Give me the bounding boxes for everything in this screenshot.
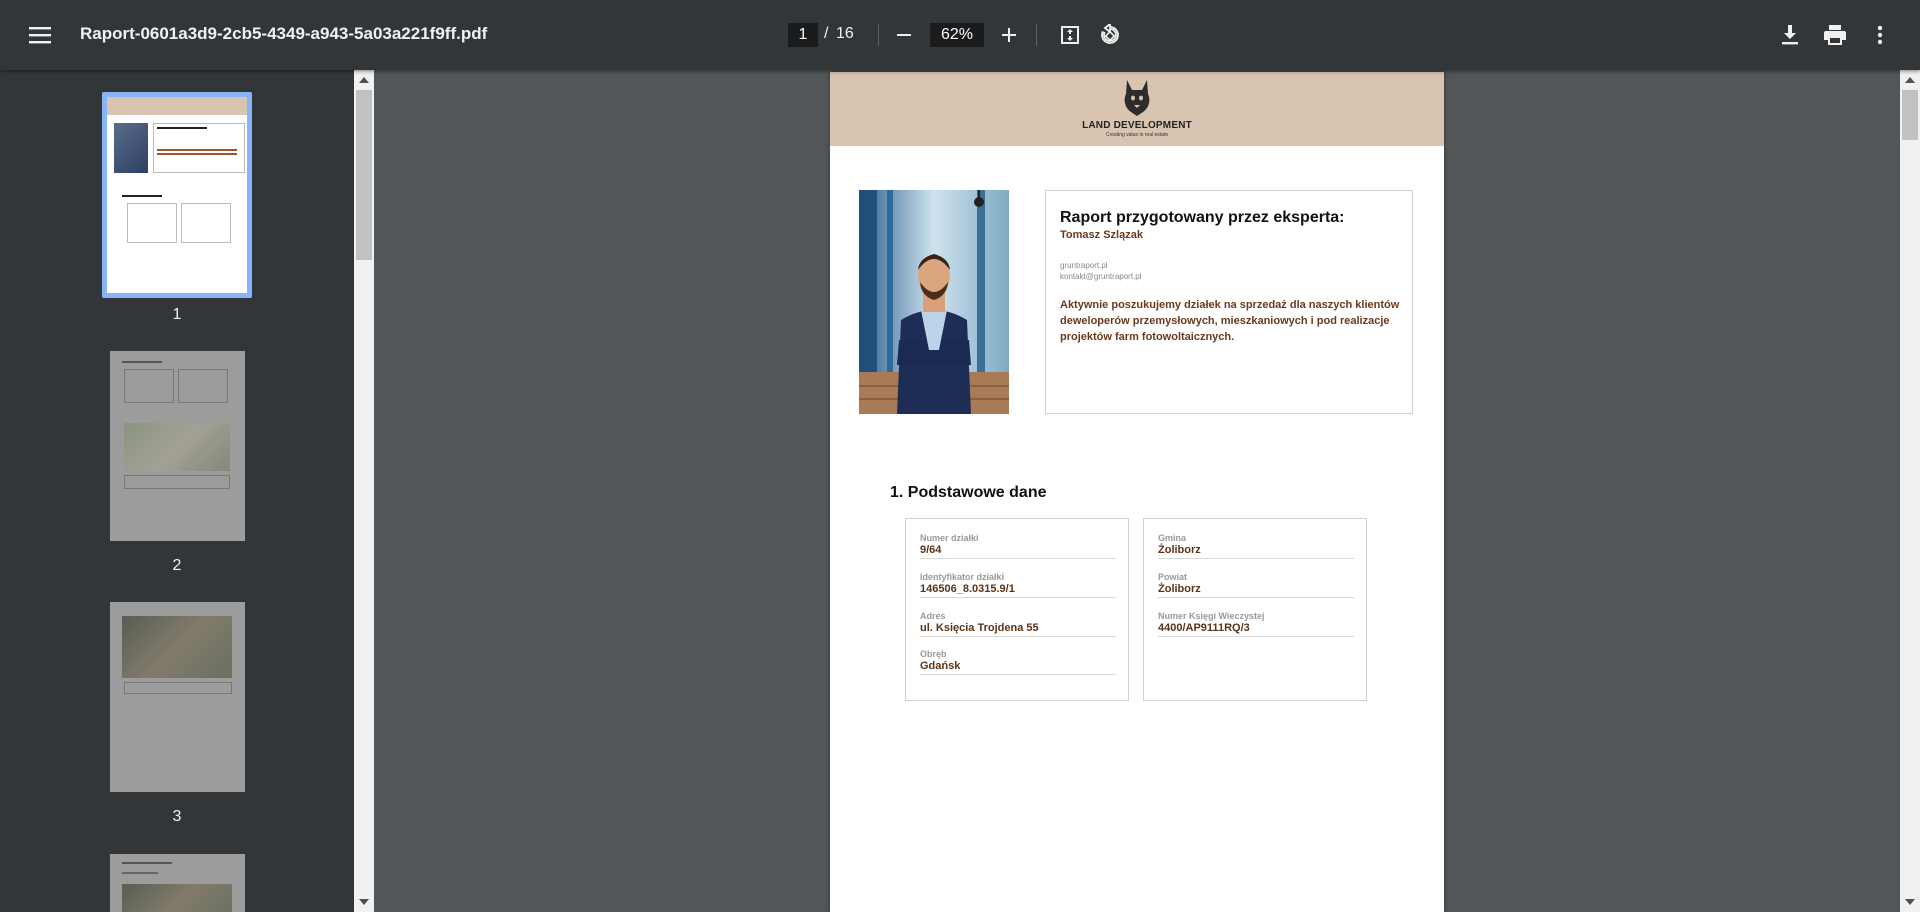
expert-info-box: Raport przygotowany przez eksperta: Toma… [1045,190,1413,414]
thumbnail-line [157,153,237,155]
thumbnail-line [157,149,237,151]
scroll-up-arrow[interactable] [1905,77,1915,83]
zoom-input[interactable]: 62% [930,23,984,47]
thumbnail-box [178,369,228,403]
expert-title: Raport przygotowany przez eksperta: [1060,209,1345,226]
scroll-down-arrow[interactable] [359,899,369,905]
thumbnail-box [124,475,230,489]
sidebar-scrollbar[interactable] [354,70,374,912]
minus-icon[interactable] [886,17,922,53]
menu-icon[interactable] [22,17,58,53]
scrollbar-thumb[interactable] [1902,90,1918,140]
field-value: Żoliborz [1158,544,1201,556]
download-icon[interactable] [1772,17,1808,53]
thumbnail-photo [114,123,148,173]
brand-tagline: Creating value in real estate [1105,132,1169,138]
thumbnail-line [122,361,162,363]
page-total: 16 [836,25,854,42]
brand-name: LAND DEVELOPMENT [1082,120,1192,131]
fit-page-icon[interactable] [1052,17,1088,53]
field-value: 9/64 [920,544,942,556]
dog-logo-icon [1124,80,1150,116]
expert-description: Aktywnie poszukujemy działek na sprzedaż… [1060,299,1400,343]
thumbnail-sidebar: 1 2 3 [0,70,354,912]
thumbnail-page-number: 2 [172,557,182,574]
thumbnail-page-1[interactable] [102,92,252,298]
document-title: Raport-0601a3d9-2cb5-4349-a943-5a03a221f… [80,24,488,43]
toolbar-divider [1036,24,1037,46]
thumbnail-box [124,682,232,694]
thumbnail-box [124,369,174,403]
expert-website[interactable]: gruntraport.pl [1060,261,1108,270]
basic-data-card-left: Numer działki 9/64 Identyfikator działki… [905,518,1129,701]
field-county: Powiat Żoliborz [1158,572,1354,598]
page-number-input[interactable]: 1 [788,23,818,47]
field-plot-number: Numer działki 9/64 [920,533,1116,559]
more-vert-icon[interactable] [1862,17,1898,53]
rotate-icon[interactable] [1092,17,1128,53]
field-value: 4400/AP9111RQ/3 [1158,622,1250,634]
field-value: ul. Księcia Trojdena 55 [920,622,1039,634]
field-precinct: Obręb Gdańsk [920,649,1116,675]
thumbnail-box [127,203,177,243]
thumbnail-aerial [122,616,232,678]
plus-icon[interactable] [991,17,1027,53]
field-land-register: Numer Księgi Wieczystej 4400/AP9111RQ/3 [1158,611,1354,637]
scroll-down-arrow[interactable] [1905,899,1915,905]
thumbnail-aerial [122,884,232,912]
field-label: Powiat [1158,572,1188,582]
thumbnail-page-4[interactable] [110,854,245,912]
thumbnail-line [122,872,158,874]
basic-data-card-right: Gmina Żoliborz Powiat Żoliborz Numer Ksi… [1143,518,1367,701]
thumbnail-map [124,423,230,471]
thumbnail-page-2[interactable] [110,351,245,541]
page-separator: / [824,25,829,42]
field-commune: Gmina Żoliborz [1158,533,1354,559]
thumbnail-box [181,203,231,243]
thumbnail-line [122,862,172,864]
field-label: Numer działki [920,533,979,543]
field-plot-id: Identyfikator działki 146506_8.0315.9/1 [920,572,1116,598]
field-value: 146506_8.0315.9/1 [920,583,1015,595]
field-label: Identyfikator działki [920,572,1005,582]
field-label: Numer Księgi Wieczystej [1158,611,1265,621]
thumbnail-box [153,123,245,173]
expert-email[interactable]: kontakt@gruntraport.pl [1060,272,1142,281]
expert-name: Tomasz Szlązak [1060,229,1143,241]
scroll-up-arrow[interactable] [359,77,369,83]
thumbnail-page-number: 3 [172,808,182,825]
field-label: Adres [920,611,946,621]
thumbnail-header-band [107,97,247,115]
field-value: Gdańsk [920,660,961,672]
toolbar-divider [878,24,879,46]
pdf-toolbar: Raport-0601a3d9-2cb5-4349-a943-5a03a221f… [0,0,1920,70]
field-value: Żoliborz [1158,583,1201,595]
expert-photo [859,190,1009,414]
print-icon[interactable] [1817,17,1853,53]
thumbnail-page-3[interactable] [110,602,245,792]
main-scrollbar[interactable] [1900,70,1920,912]
pdf-page: LAND DEVELOPMENT Creating value in real … [830,72,1444,912]
page-header-band: LAND DEVELOPMENT Creating value in real … [830,72,1444,146]
thumbnail-line [157,127,207,129]
field-label: Gmina [1158,533,1187,543]
thumbnail-page-number: 1 [172,306,182,323]
field-label: Obręb [920,649,947,659]
section-title: 1. Podstawowe dane [890,484,1047,501]
scrollbar-thumb[interactable] [356,90,372,260]
field-address: Adres ul. Księcia Trojdena 55 [920,611,1116,637]
thumbnail-line [122,195,162,197]
